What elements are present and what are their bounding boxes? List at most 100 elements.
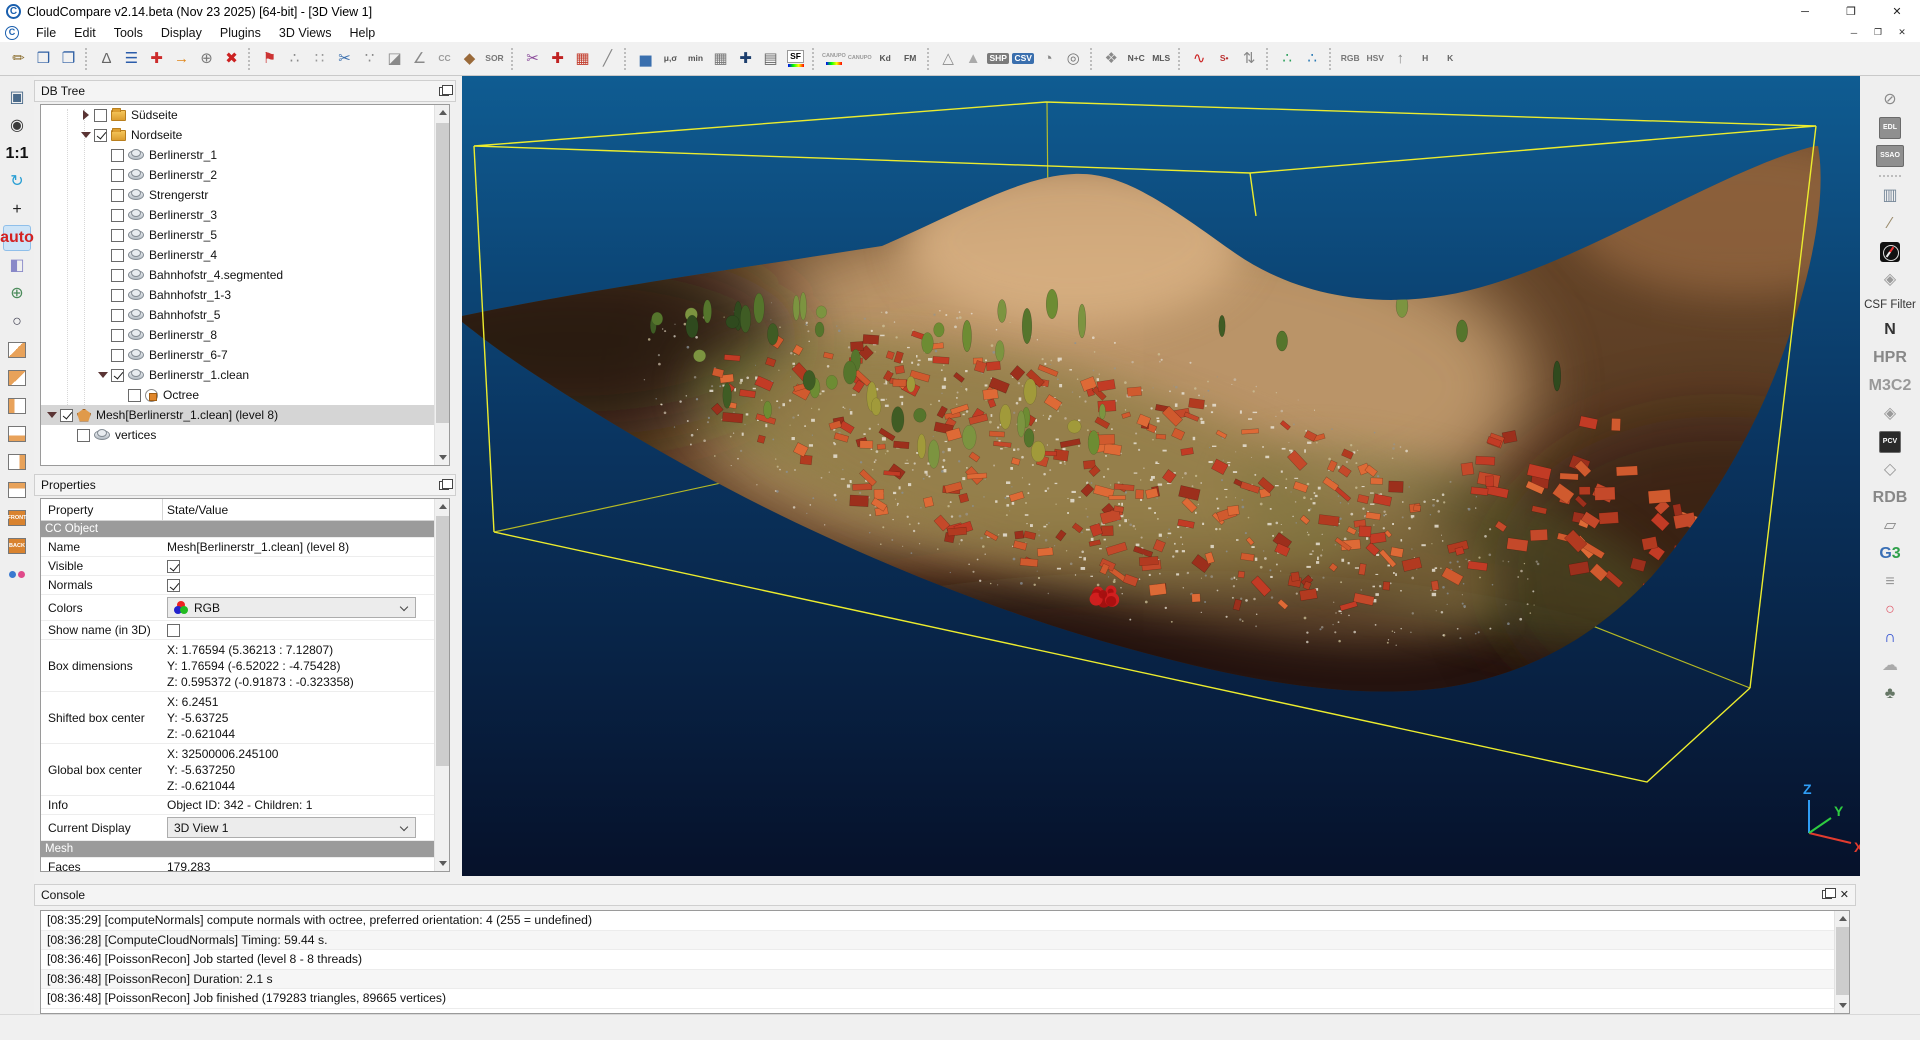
toolbar-icon-auto-pick-center[interactable]: auto: [3, 225, 31, 251]
tree-item[interactable]: Berlinerstr_3: [41, 205, 449, 225]
toolbar-icon-sf-tools[interactable]: SF: [783, 46, 808, 71]
toolbar-icon-segment[interactable]: ✂: [332, 46, 357, 71]
visibility-checkbox[interactable]: [111, 229, 124, 242]
dropdown-colors[interactable]: RGB: [167, 597, 416, 618]
toolbar-icon-global-shift[interactable]: Δ: [94, 46, 119, 71]
visibility-checkbox[interactable]: [111, 269, 124, 282]
scroll-down-icon[interactable]: [1835, 998, 1850, 1013]
toolbar-icon-rotate-view[interactable]: ↻: [3, 169, 31, 195]
toolbar-icon-sor-filter[interactable]: SOR: [482, 46, 507, 71]
toolbar-icon-box-tool[interactable]: ▱: [1876, 513, 1904, 539]
visibility-checkbox[interactable]: [111, 149, 124, 162]
visibility-checkbox[interactable]: [111, 369, 124, 382]
toolbar-icon-skeleton[interactable]: S•: [1212, 46, 1237, 71]
toolbar-icon-ellipser[interactable]: ○: [1876, 597, 1904, 623]
tree-item[interactable]: Berlinerstr_1: [41, 145, 449, 165]
menu-plugins[interactable]: Plugins: [211, 24, 270, 42]
toolbar-icon-rgb-filter[interactable]: RGB: [1338, 46, 1363, 71]
toolbar-icon-edl-shader[interactable]: EDL: [1876, 115, 1904, 141]
visibility-checkbox[interactable]: [111, 349, 124, 362]
toolbar-icon-noise-filter[interactable]: ∷: [307, 46, 332, 71]
visibility-checkbox[interactable]: [60, 409, 73, 422]
toolbar-icon-label-points[interactable]: ∵: [357, 46, 382, 71]
toolbar-icon-no-shader[interactable]: ⊘: [1876, 87, 1904, 113]
toolbar-icon-spline[interactable]: ∿: [1187, 46, 1212, 71]
float-panel-icon[interactable]: [439, 481, 449, 490]
toolbar-icon-pan-mode[interactable]: ⊕: [3, 281, 31, 307]
menu-edit[interactable]: Edit: [65, 24, 105, 42]
toolbar-icon-view-front[interactable]: [3, 449, 31, 475]
tree-expander-icon[interactable]: [81, 130, 91, 140]
mdi-child-icon[interactable]: C: [5, 26, 19, 40]
toolbar-icon-match-scales-a[interactable]: ∴: [1275, 46, 1300, 71]
tree-item[interactable]: Berlinerstr_6-7: [41, 345, 449, 365]
scroll-up-icon[interactable]: [435, 105, 450, 120]
toolbar-icon-perspective-view[interactable]: ◧: [3, 253, 31, 279]
toolbar-icon-transform-interactive[interactable]: ✚: [545, 46, 570, 71]
toolbar-icon-pcv[interactable]: PCV: [1876, 429, 1904, 455]
toolbar-icon-level[interactable]: ∠: [407, 46, 432, 71]
tree-item[interactable]: Bahnhofstr_1-3: [41, 285, 449, 305]
visibility-checkbox[interactable]: [94, 129, 107, 142]
toolbar-icon-globe[interactable]: ◎: [1061, 46, 1086, 71]
minimize-button[interactable]: ─: [1782, 0, 1828, 23]
visibility-checkbox[interactable]: [111, 309, 124, 322]
toolbar-icon-plugin-puzzle[interactable]: ❖: [1099, 46, 1124, 71]
toolbar-icon-open[interactable]: ✏: [6, 46, 31, 71]
toolbar-icon-mls-smooth[interactable]: MLS: [1149, 46, 1174, 71]
toolbar-icon-view-front-iso[interactable]: FRONT: [3, 505, 31, 531]
toolbar-icon-pick-rotation-center[interactable]: +: [3, 197, 31, 223]
toolbar-icon-cloud-cloud-distance[interactable]: ✚: [733, 46, 758, 71]
toolbar-icon-cloud-layers[interactable]: ≡: [1876, 569, 1904, 595]
toolbar-icon-compass[interactable]: [1876, 239, 1904, 265]
toolbar-icon-facets[interactable]: ◇: [1876, 457, 1904, 483]
toolbar-icon-density-sack[interactable]: ◆: [457, 46, 482, 71]
toolbar-icon-primitive-factory[interactable]: ✚: [144, 46, 169, 71]
toolbar-icon-delete[interactable]: ✖: [219, 46, 244, 71]
toolbar-icon-zoom-1-1[interactable]: 1:1: [3, 141, 31, 167]
tree-expander-icon[interactable]: [47, 410, 57, 420]
toolbar-icon-masonry[interactable]: ∩: [1876, 625, 1904, 651]
visibility-checkbox[interactable]: [111, 189, 124, 202]
toolbar-icon-normals-n[interactable]: N: [1876, 317, 1904, 343]
console-scrollbar[interactable]: [1834, 911, 1849, 1013]
db-tree-scrollbar[interactable]: [434, 105, 449, 465]
scroll-down-icon[interactable]: [435, 450, 450, 465]
mdi-minimize-icon[interactable]: ─: [1844, 25, 1864, 40]
visibility-checkbox[interactable]: [111, 209, 124, 222]
toolbar-icon-clean-broom[interactable]: ∕: [1876, 211, 1904, 237]
3d-viewport[interactable]: Z Y X: [462, 76, 1860, 876]
toolbar-icon-segment-interactive[interactable]: ✂: [520, 46, 545, 71]
visibility-checkbox[interactable]: [111, 249, 124, 262]
toolbar-icon-min-distance[interactable]: min: [683, 46, 708, 71]
close-panel-icon[interactable]: ✕: [1840, 890, 1849, 900]
toolbar-icon-save[interactable]: ❒: [31, 46, 56, 71]
tree-item[interactable]: Strengerstr: [41, 185, 449, 205]
toolbar-icon-cross-section[interactable]: ╱: [595, 46, 620, 71]
toolbar-icon-cloud-ruler[interactable]: ☁: [1876, 653, 1904, 679]
tree-item[interactable]: Octree: [41, 385, 449, 405]
toolbar-icon-canupo-classify[interactable]: CANUPO: [847, 46, 873, 71]
tree-item[interactable]: Mesh[Berlinerstr_1.clean] (level 8): [41, 405, 449, 425]
toolbar-icon-match-scales-b[interactable]: ∴: [1300, 46, 1325, 71]
toolbar-icon-subsample[interactable]: ∴: [282, 46, 307, 71]
toolbar-icon-kd-tree[interactable]: Kd: [873, 46, 898, 71]
toolbar-icon-apply-transformation[interactable]: →: [169, 46, 194, 71]
toolbar-icon-view-back-iso[interactable]: BACK: [3, 533, 31, 559]
visibility-checkbox[interactable]: [94, 109, 107, 122]
property-checkbox[interactable]: [167, 579, 180, 592]
scroll-up-icon[interactable]: [1835, 911, 1850, 926]
toolbar-icon-screenshot[interactable]: ◉: [3, 113, 31, 139]
toolbar-icon-rdb[interactable]: RDB: [1876, 485, 1904, 511]
toolbar-icon-stereo-mode[interactable]: [3, 561, 31, 587]
toolbar-icon-hpr[interactable]: HPR: [1876, 345, 1904, 371]
menu-file[interactable]: File: [27, 24, 65, 42]
tree-item[interactable]: Südseite: [41, 105, 449, 125]
visibility-checkbox[interactable]: [77, 429, 90, 442]
menu-3d-views[interactable]: 3D Views: [270, 24, 341, 42]
toolbar-icon-view-left[interactable]: [3, 393, 31, 419]
toolbar-icon-pick-point[interactable]: ⚑: [257, 46, 282, 71]
toolbar-icon-calculator[interactable]: ▤: [758, 46, 783, 71]
toolbar-icon-animation[interactable]: ▥: [1876, 183, 1904, 209]
tree-item[interactable]: Berlinerstr_4: [41, 245, 449, 265]
